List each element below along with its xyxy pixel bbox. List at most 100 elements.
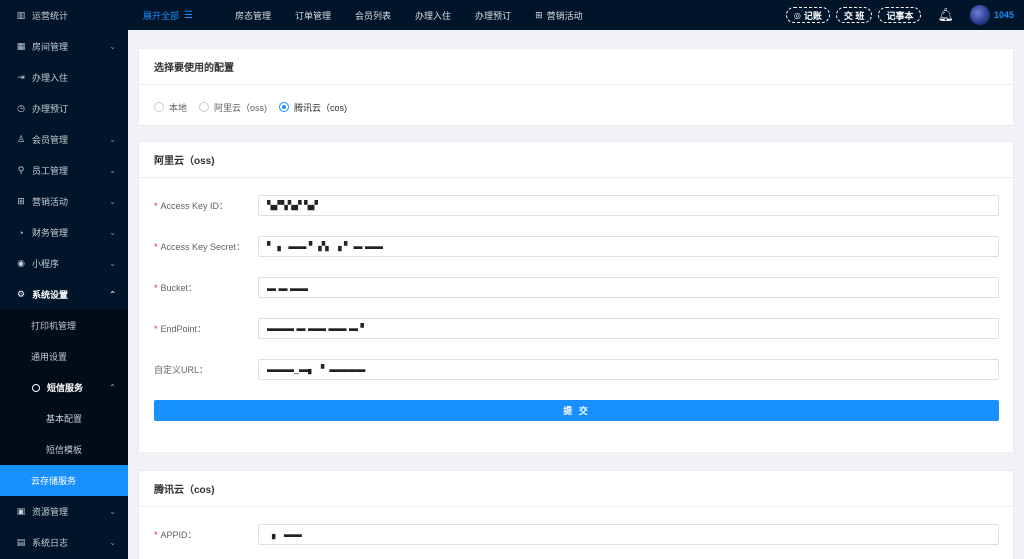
nav-label: 会员列表 [355,10,392,21]
label-text: Bucket [160,283,189,293]
system-settings-submenu: 打印机管理 通用设置 短信服务 ⌃ 基本配置 短信模板 云存储服务 [0,310,128,496]
chevron-down-icon: ⌄ [109,228,116,237]
sidebar-item-cloud-storage[interactable]: 云存储服务 [0,465,128,496]
shift-handover-button[interactable]: 交 班 [835,7,873,23]
card-title: 阿里云（oss) [139,142,1013,178]
nav-member-list[interactable]: 会员列表 [355,9,391,22]
form-row-access-key-secret: * Access Key Secret： [154,236,999,257]
sidebar-item-sms[interactable]: 短信服务 ⌃ [0,372,128,403]
field-label: * Access Key ID： [154,201,229,211]
sidebar-item-checkin[interactable]: ⇥ 办理入住 [0,62,128,93]
config-select-card: 选择要使用的配置 本地 阿里云（oss) 腾讯云（cos) [138,48,1014,126]
sidebar: ▥ 运营统计 ▦ 房间管理 ⌄ ⇥ 办理入住 ◷ 办理预订 ♙ 会员管理 ⌄ ⚲… [0,0,128,559]
avatar[interactable] [969,5,990,25]
chevron-up-icon: ⌃ [109,383,116,392]
main-content: 选择要使用的配置 本地 阿里云（oss) 腾讯云（cos) 阿里云（oss) *… [128,30,1024,559]
sidebar-item-marketing[interactable]: ⊞ 营销活动 ⌄ [0,186,128,217]
sidebar-item-label: 系统日志 [32,538,69,548]
sidebar-item-finance[interactable]: ◔ 财务管理 ⌄ [0,217,128,248]
sidebar-item-staff[interactable]: ⚲ 员工管理 ⌄ [0,155,128,186]
access-key-id-input[interactable] [258,195,999,216]
notepad-button[interactable]: 记事本 [878,7,922,23]
bar-chart-icon: ▥ [16,10,26,20]
sidebar-item-label: 营销活动 [32,197,69,207]
sidebar-item-label: 员工管理 [32,166,69,176]
sidebar-item-printer[interactable]: 打印机管理 [0,310,128,341]
clock-icon: ◷ [17,103,25,113]
sidebar-item-system-settings[interactable]: ⚙ 系统设置 ⌃ [0,279,128,310]
nav-marketing[interactable]: ⊞ 营销活动 [535,9,583,22]
bell-icon[interactable]: 🔔︎ [937,7,954,23]
sidebar-item-label: 房间管理 [32,42,69,52]
form-row-custom-url: 自定义URL： [154,359,999,380]
radio-local[interactable]: 本地 [154,101,187,114]
sidebar-item-sms-basic[interactable]: 基本配置 [0,403,128,434]
nav-room-status[interactable]: 房态管理 [235,9,271,22]
sidebar-item-general[interactable]: 通用设置 [0,341,128,372]
card-title: 腾讯云（cos) [139,471,1013,507]
gear-icon: ⚙ [16,289,26,299]
field-label: * APPID： [154,530,197,540]
radio-tencent-cos[interactable]: 腾讯云（cos) [279,101,347,114]
checkin-icon: ⇥ [17,72,25,82]
custom-url-input[interactable] [258,359,999,380]
nav-orders[interactable]: 订单管理 [295,9,331,22]
sidebar-item-rooms[interactable]: ▦ 房间管理 ⌄ [0,31,128,62]
nav-label: 办理预订 [475,10,512,21]
chevron-down-icon: ⌄ [109,135,116,144]
sidebar-item-booking[interactable]: ◷ 办理预订 [0,93,128,124]
sidebar-item-label: 通用设置 [31,352,68,362]
sidebar-item-label: 系统设置 [32,290,69,300]
submit-button[interactable]: 提 交 [154,400,999,421]
sidebar-item-label: 办理预订 [32,104,69,114]
bookkeeping-button[interactable]: ◎ 记账 [785,7,830,23]
grid-icon: ▦ [16,41,26,51]
sidebar-item-stats[interactable]: ▥ 运营统计 [0,0,128,31]
top-nav: 房态管理 订单管理 会员列表 办理入住 办理预订 ⊞ 营销活动 [235,9,607,22]
sidebar-item-label: 云存储服务 [31,476,77,486]
radio-label: 腾讯云（cos) [294,102,348,113]
appid-input[interactable] [258,524,999,545]
label-text: Access Key ID [160,201,220,211]
chevron-down-icon: ⌄ [109,507,116,516]
user-icon: ♙ [16,134,26,144]
field-label: 自定义URL： [154,365,209,375]
header-actions: ◎ 记账 交 班 记事本 🔔︎ 1045 [780,0,1024,30]
form-row-access-key-id: * Access Key ID： [154,195,999,216]
indent-icon: ☰ [184,9,193,21]
sidebar-item-sms-template[interactable]: 短信模板 [0,434,128,465]
required-mark: * [154,324,158,334]
sidebar-item-members[interactable]: ♙ 会员管理 ⌄ [0,124,128,155]
expand-all-button[interactable]: 展开全部 ☰ [143,9,193,22]
pill-label: 交 班 [843,10,865,21]
sidebar-item-logs[interactable]: ▤ 系统日志 ⌄ [0,527,128,558]
nav-label: 订单管理 [295,10,332,21]
label-text: Access Key Secret [160,242,237,252]
form-row-bucket: * Bucket： [154,277,999,298]
top-header: 展开全部 ☰ 房态管理 订单管理 会员列表 办理入住 办理预订 ⊞ 营销活动 ◎ 记… [128,0,1024,30]
sidebar-item-label: 小程序 [32,259,60,269]
nav-booking[interactable]: 办理预订 [475,9,511,22]
nav-checkin[interactable]: 办理入住 [415,9,451,22]
aliyun-oss-card: 阿里云（oss) *Access Key ID： *Access Key Sec… [138,141,1014,453]
radio-aliyun-oss[interactable]: 阿里云（oss) [199,101,267,114]
radio-dot [279,102,290,112]
sidebar-item-resources[interactable]: ▣ 资源管理 ⌄ [0,496,128,527]
pill-label: 记账 [803,10,822,21]
chevron-down-icon: ⌄ [109,197,116,206]
access-key-secret-input[interactable] [258,236,999,257]
sms-submenu: 基本配置 短信模板 [0,403,128,465]
sitemap-icon: ⊞ [17,196,25,206]
bucket-input[interactable] [258,277,999,298]
radio-label: 阿里云（oss) [214,102,268,113]
endpoint-input[interactable] [258,318,999,339]
sidebar-item-miniprogram[interactable]: ◉ 小程序 ⌄ [0,248,128,279]
expand-all-label: 展开全部 [143,10,180,21]
user-id: 1045 [993,10,1014,20]
sidebar-item-label: 基本配置 [46,414,83,424]
sidebar-item-label: 短信服务 [47,383,84,393]
image-icon: ▣ [16,506,26,516]
storage-radio-group: 本地 阿里云（oss) 腾讯云（cos) [139,85,1013,129]
nav-label: 房态管理 [234,10,271,21]
pill-label: 记事本 [886,10,914,21]
